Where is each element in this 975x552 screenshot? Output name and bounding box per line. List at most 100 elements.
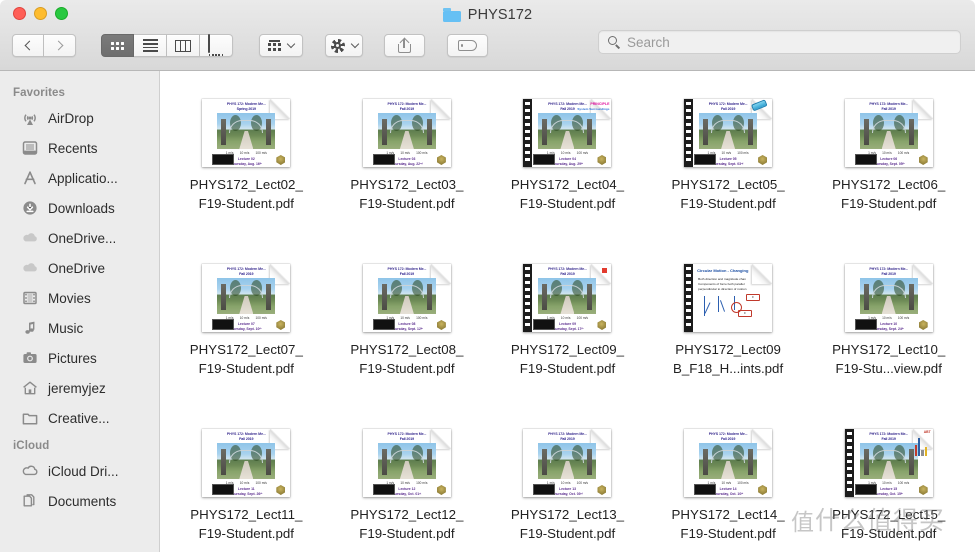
file-thumbnail-wrap: PHYS 172: Modern Me... Fall 2019 1 m/s 10 … [684, 415, 773, 497]
home-icon [21, 379, 39, 397]
sidebar-item-downloads[interactable]: Downloads [0, 193, 159, 223]
file-item[interactable]: PHYS 172: Modern Me... Fall 2019 1 m/s 10 … [166, 250, 327, 415]
slide-diagram: FF [698, 294, 768, 328]
file-thumbnail: Circular Motion - Changing Both direction… [684, 264, 773, 332]
icon-view-button[interactable] [101, 34, 134, 57]
sidebar-section-header: Favorites [13, 87, 66, 99]
file-browser-content[interactable]: PHYS 172: Modern Me... Spring 2019 1 m/s 1… [160, 71, 975, 552]
file-item[interactable]: PHYS 172: Modern Me... Fall 2019 1 m/s 10 … [487, 85, 648, 250]
minimize-window-button[interactable] [34, 7, 47, 20]
share-button[interactable] [384, 34, 425, 57]
search-input[interactable]: Search [627, 35, 670, 50]
file-thumbnail-wrap: PHYS 172: Modern Me... Spring 2019 1 m/s 1… [202, 85, 291, 167]
sidebar-item-recents[interactable]: Recents [0, 133, 159, 163]
file-thumbnail-wrap: PHYS 172: Modern Me... Fall 2019 1 m/s 10 … [523, 250, 612, 332]
file-item[interactable]: PHYS 172: Modern Me... Fall 2019 1 m/s 10 … [648, 415, 809, 552]
sidebar-section-header: iCloud [13, 440, 50, 452]
folder-icon [21, 409, 39, 427]
slide-header: PHYS 172: Modern Me... Spring 2019 [226, 102, 266, 112]
sidebar-item-applicatio[interactable]: Applicatio... [0, 163, 159, 193]
chevron-down-icon [350, 39, 359, 49]
view-mode-segmented-control [101, 33, 233, 57]
slide-logo [854, 154, 877, 165]
file-item[interactable]: PHYS 172: Modern Me... Fall 2019 1 m/s 10 … [166, 415, 327, 552]
sidebar-item-pictures[interactable]: Pictures [0, 343, 159, 373]
sidebar-item-onedrive[interactable]: OneDrive [0, 253, 159, 283]
file-item[interactable]: PHYS 172: Modern Me... Fall 2019 1 m/s 10 … [808, 85, 969, 250]
file-thumbnail: PHYS 172: Modern Me... Fall 2019 1 m/s 10 … [202, 264, 291, 332]
file-item[interactable]: PHYS 172: Modern Me... Fall 2019 1 m/s 10 … [648, 85, 809, 250]
slide-photo [217, 278, 276, 314]
slide-photo [217, 443, 276, 479]
applications-icon [21, 169, 39, 187]
file-name-label: PHYS172_Lect14_ F19-Student.pdf [671, 507, 785, 541]
slide-photo [538, 113, 597, 149]
sidebar-item-label: Applicatio... [48, 170, 118, 186]
sidebar-item-onedrive[interactable]: OneDrive... [0, 223, 159, 253]
file-name-label: PHYS172_Lect12_ F19-Student.pdf [350, 507, 464, 541]
pictures-icon [21, 349, 39, 367]
group-by-button[interactable] [259, 34, 303, 57]
gallery-view-button[interactable] [200, 33, 233, 57]
file-thumbnail-wrap: PHYS 172: Modern Me... Fall 2019 1 m/s 10 … [202, 250, 291, 332]
navigation-buttons [12, 34, 76, 57]
sidebar-item-airdrop[interactable]: AirDrop [0, 103, 159, 133]
slide-bullet: perpendicular to direction of motion [698, 286, 747, 291]
file-item[interactable]: PHYS 172: Modern Me... Fall 2019 1 m/s 10 … [327, 415, 488, 552]
file-name-label: PHYS172_Lect10_ F19-Stu...view.pdf [832, 342, 946, 376]
file-thumbnail: PHYS 172: Modern Me... Spring 2019 1 m/s 1… [202, 99, 291, 167]
sidebar-item-label: AirDrop [48, 110, 94, 126]
slide-photo [377, 443, 436, 479]
maximize-window-button[interactable] [55, 7, 68, 20]
list-view-button[interactable] [134, 34, 167, 57]
file-item[interactable]: PHYS 172: Modern Me... Fall 2019 1 m/s 10 … [487, 415, 648, 552]
slide-logo [533, 319, 556, 330]
file-thumbnail: PHYS 172: Modern Me... Fall 2019 1 m/s 10 … [523, 429, 612, 497]
file-item[interactable]: PHYS 172: Modern Me... Fall 2019 1 m/s 10 … [808, 250, 969, 415]
file-item[interactable]: Circular Motion - Changing Both direction… [648, 250, 809, 415]
file-thumbnail: PHYS 172: Modern Me... Fall 2019 1 m/s 10 … [362, 99, 451, 167]
column-view-button[interactable] [167, 34, 200, 57]
airdrop-icon [21, 109, 39, 127]
slide-photo [859, 113, 918, 149]
file-name-label: PHYS172_Lect13_ F19-Student.pdf [510, 507, 625, 541]
icloud-icon [21, 462, 39, 480]
search-field[interactable]: Search [598, 30, 961, 54]
file-item[interactable]: PHYS 172: Modern Me... Fall 2019 1 m/s 10 … [327, 250, 488, 415]
slide-logo [212, 154, 235, 165]
file-thumbnail: PHYS 172: Modern Me... Fall 2019 1 m/s 10 … [684, 99, 773, 167]
share-icon [398, 37, 411, 53]
action-menu-button[interactable] [325, 34, 363, 57]
slide-header: PHYS 172: Modern Me... Fall 2019 [869, 102, 909, 112]
slide-header: PHYS 172: Modern Me... Fall 2019 [869, 267, 909, 277]
slide-logo [694, 154, 717, 165]
slide-photo [859, 278, 918, 314]
sidebar-item-movies[interactable]: Movies [0, 283, 159, 313]
back-button[interactable] [12, 34, 44, 57]
slide-photo [538, 278, 597, 314]
toolbar-controls-row: Search [0, 30, 975, 61]
downloads-icon [21, 199, 39, 217]
sidebar-item-documents[interactable]: Documents [0, 486, 159, 516]
slide-photo [377, 113, 436, 149]
slide-header: PHYS 172: Modern Me... Fall 2019 [708, 432, 748, 442]
add-tags-button[interactable] [447, 34, 488, 57]
gallery-icon [207, 33, 225, 57]
sidebar-item-icloud-dri[interactable]: iCloud Dri... [0, 456, 159, 486]
file-item[interactable]: PHYS 172: Modern Me... Fall 2019 1 m/s 10 … [327, 85, 488, 250]
file-item[interactable]: PHYS 172: Modern Me... Fall 2019 1 m/s 10 … [808, 415, 969, 552]
file-name-label: PHYS172_Lect04_ F19-Student.pdf [510, 177, 625, 211]
sidebar-item-jeremyjez[interactable]: jeremyjez [0, 373, 159, 403]
file-item[interactable]: PHYS 172: Modern Me... Fall 2019 1 m/s 10 … [487, 250, 648, 415]
slide-logo [372, 484, 395, 495]
sidebar-item-label: OneDrive [48, 260, 106, 276]
sidebar-item-music[interactable]: Music [0, 313, 159, 343]
sidebar-item-label: Movies [48, 290, 91, 306]
annotation-text: PRINCIPLE System Surroundings [577, 102, 610, 111]
slide-photo [538, 443, 597, 479]
close-window-button[interactable] [13, 7, 26, 20]
forward-button[interactable] [44, 34, 76, 57]
file-item[interactable]: PHYS 172: Modern Me... Spring 2019 1 m/s 1… [166, 85, 327, 250]
sidebar-item-creative[interactable]: Creative... [0, 403, 159, 433]
sidebar: Favorites AirDrop Recents Applicatio... Down… [0, 71, 160, 552]
